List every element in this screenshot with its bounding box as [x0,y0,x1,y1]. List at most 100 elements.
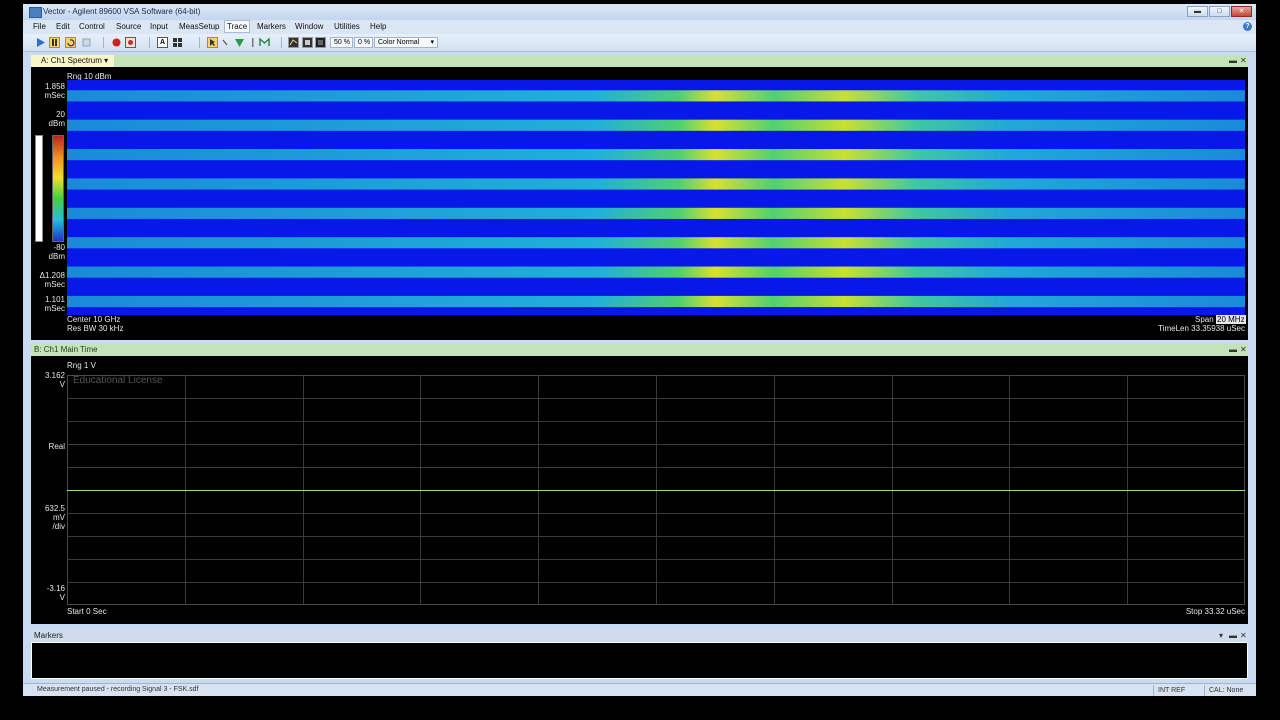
scale-bottom-unit: dBm [48,252,65,261]
play-icon[interactable] [35,37,46,48]
minimize-button[interactable]: ▬ [1187,6,1208,17]
panel-a-plot-area: Rng 10 dBm 1.858 mSec 20 dBm -80 dBm Δ1.… [31,67,1248,340]
markers-panel-title: Markers [34,631,63,640]
time-bottom-unit: mSec [44,304,65,313]
menu-utilities[interactable]: Utilities [334,22,360,31]
display-dark-icon[interactable] [315,37,326,48]
toolbar-separator [149,37,150,48]
time-length: TimeLen 33.35938 uSec [1158,324,1245,333]
autoscale-icon[interactable]: A [157,37,168,48]
time-top-unit: mSec [44,91,65,100]
markers-panel-header: Markers ▾ ▬ ✕ [31,630,1248,642]
panel-b-close-icon[interactable]: ✕ [1240,345,1247,355]
menu-input[interactable]: Input [150,22,168,31]
scale-top-unit: dBm [48,119,65,128]
spectrogram-band [67,295,1245,308]
marker-line-icon[interactable] [247,37,258,48]
markers-table[interactable] [31,642,1248,679]
marker-down-icon[interactable] [234,37,245,48]
span-value[interactable]: 20 MHz [1216,315,1246,324]
res-bandwidth: Res BW 30 kHz [67,324,124,333]
range-label: Rng 1 V [67,361,96,370]
recording-icon[interactable] [125,37,136,48]
chevron-down-icon: ▾ [104,56,109,65]
menu-file[interactable]: File [33,22,46,31]
menu-control[interactable]: Control [79,22,105,31]
menu-edit[interactable]: Edit [56,22,70,31]
toolbar-separator [103,37,104,48]
menu-trace[interactable]: Trace [224,20,251,33]
chevron-down-icon: ▾ [430,39,434,46]
start-time: Start 0 Sec [67,607,107,616]
display-color-icon[interactable] [288,37,299,48]
markers-close-icon[interactable]: ✕ [1240,631,1247,641]
maximize-button[interactable]: □ [1209,6,1230,17]
panel-b-tab[interactable]: B: Ch1 Main Time [31,344,104,356]
time-trace-display[interactable] [67,375,1245,605]
window-title: Vector - Agilent 89600 VSA Software (64-… [43,7,201,16]
application-window: Vector - Agilent 89600 VSA Software (64-… [23,4,1256,696]
menu-source[interactable]: Source [116,22,141,31]
menu-meassetup[interactable]: MeasSetup [179,22,219,31]
help-icon[interactable]: ? [1243,22,1252,31]
intensity-slider[interactable] [35,135,43,242]
spectrogram-background [67,80,1245,315]
record-icon[interactable] [111,37,122,48]
display-mono-icon[interactable] [302,37,313,48]
panel-a-header: A: Ch1 Spectrum ▾ ▬ ✕ [31,55,1248,67]
time-top-value: 1.858 [44,82,65,91]
layout-grid-icon[interactable] [172,37,183,48]
toolbar: A 50 % 0 % Color Normal ▾ [23,34,1256,52]
status-message: Measurement paused - recording Signal 3 … [37,686,199,693]
center-frequency: Center 10 GHz [67,315,121,324]
time-bottom-value: 1.101 [44,295,65,304]
markers-float-icon[interactable]: ▬ [1229,631,1237,641]
spectrogram-band [67,207,1245,219]
panel-a-close-icon[interactable]: ✕ [1240,56,1247,66]
persistence-field[interactable]: 0 % [354,37,373,48]
menu-window[interactable]: Window [295,22,323,31]
close-button[interactable]: ✕ [1231,6,1252,17]
scale-per-div-suffix: /div [52,522,65,531]
marker-m-icon[interactable] [259,37,270,48]
spectrogram-band [67,178,1245,190]
pause-icon[interactable] [49,37,60,48]
trace-format: Real [48,442,65,451]
spectrogram-band [67,119,1245,131]
restart-icon[interactable] [65,37,76,48]
scale-per-div-value: 632.5 [44,504,65,513]
stop-icon[interactable] [81,37,92,48]
zoom-icon[interactable] [221,37,232,48]
color-mode-value: Color Normal [378,39,420,46]
spectrogram-display[interactable] [67,80,1245,315]
opacity-field[interactable]: 50 % [330,37,353,48]
spectrogram-band [67,237,1245,249]
spectrogram-band [67,149,1245,161]
panel-b-header: B: Ch1 Main Time ▬ ✕ [31,344,1248,356]
menu-help[interactable]: Help [370,22,386,31]
color-mode-select[interactable]: Color Normal ▾ [374,37,438,48]
spectrogram-band [67,90,1245,102]
y-top-unit: V [59,380,65,389]
panel-b-pin-icon[interactable]: ▬ [1229,345,1237,355]
pointer-icon[interactable] [207,37,218,48]
menu-markers[interactable]: Markers [257,22,286,31]
calibration-status: CAL: None [1204,685,1256,696]
scale-top-value: 20 [56,110,65,119]
status-bar: Measurement paused - recording Signal 3 … [23,683,1256,696]
panel-a-tab[interactable]: A: Ch1 Spectrum ▾ [31,55,115,67]
scale-bottom-value: -80 [53,243,65,252]
color-scale-bar [52,135,64,242]
app-icon [29,7,42,18]
menu-bar: File Edit Control Source Input MeasSetup… [23,20,1256,34]
panel-a-pin-icon[interactable]: ▬ [1229,56,1237,66]
y-bottom-unit: V [59,593,65,602]
delta-time-value: Δ1.208 [39,271,65,280]
toolbar-separator [199,37,200,48]
delta-time-unit: mSec [44,280,65,289]
span-label: Span [1195,315,1214,324]
spectrogram-band [67,266,1245,278]
markers-pin-icon[interactable]: ▾ [1219,631,1223,641]
license-watermark: Educational License [73,375,163,386]
y-bottom-value: -3.16 [46,584,65,593]
